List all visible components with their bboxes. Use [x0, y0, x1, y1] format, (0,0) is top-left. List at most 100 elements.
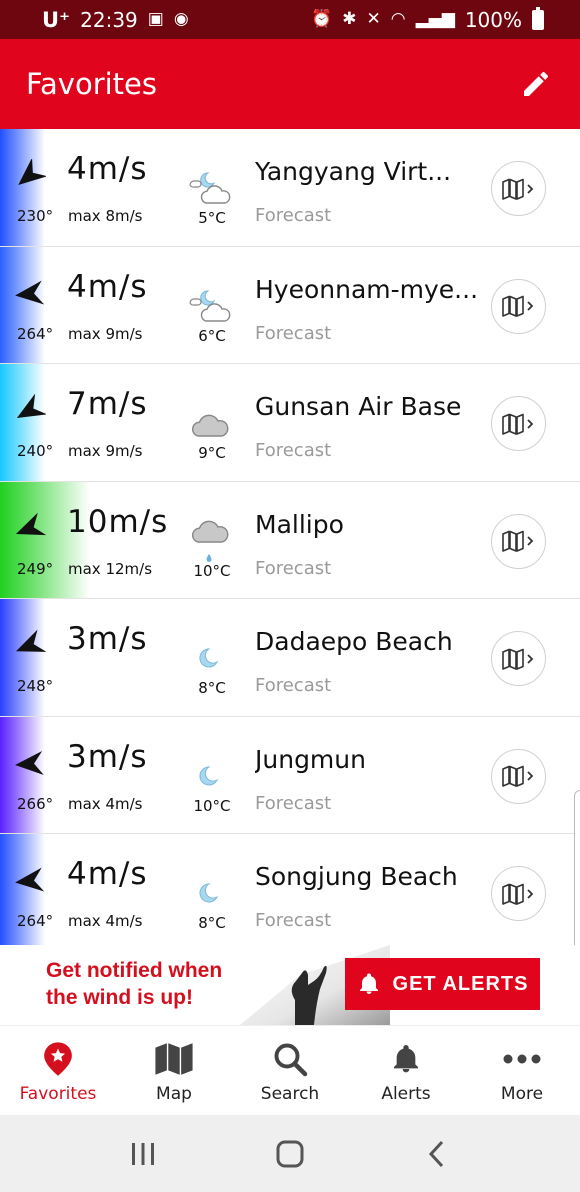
open-map-button[interactable] [491, 278, 546, 334]
wind-direction-arrow-icon [15, 750, 44, 775]
spot-row[interactable]: 3m/s 248° 8°C Dadaepo Beach Forecast [0, 599, 580, 717]
nav-label-favorites: Favorites [19, 1084, 97, 1104]
wind-direction-degrees: 264° [17, 324, 54, 343]
spot-row[interactable]: 4m/s 264° max 4m/s 8°C Songjung Beach Forecas… [0, 834, 580, 952]
map-arrow-icon [501, 530, 533, 552]
banner-line-2: the wind is up! [46, 986, 193, 1009]
moon-icon [186, 870, 236, 914]
alarm-icon: ⏰ [311, 9, 333, 29]
wind-direction-degrees: 266° [17, 794, 54, 813]
forecast-label: Forecast [255, 322, 332, 344]
gallery-icon: ▣ [147, 9, 164, 29]
status-bar: U⁺ 22:39 ▣ ◉ ⏰ ✱ ✕ ◠ ▂▄▆ 100% [0, 0, 580, 39]
max-wind-speed: max 4m/s [68, 794, 143, 813]
bell-icon [359, 973, 378, 994]
wind-direction-arrow-icon [15, 867, 45, 892]
more-dots-icon [502, 1040, 542, 1078]
forecast-label: Forecast [255, 557, 332, 579]
recent-apps-button[interactable] [113, 1134, 173, 1174]
moon-cloud-icon [186, 165, 236, 209]
map-arrow-icon [501, 648, 533, 670]
open-map-button[interactable] [491, 866, 546, 921]
alert-banner[interactable]: Get notified when the wind is up! GET AL… [0, 945, 580, 1025]
banner-line-1: Get notified when [46, 959, 223, 982]
wind-direction-degrees: 248° [17, 677, 54, 695]
banner-text: Get notified when the wind is up! [46, 957, 222, 1011]
forecast-label: Forecast [255, 205, 332, 226]
temperature: 5°C [198, 209, 226, 227]
map-arrow-icon [501, 295, 533, 317]
map-arrow-icon [501, 883, 533, 905]
nav-label-more: More [500, 1084, 544, 1104]
temperature: 8°C [198, 914, 226, 932]
back-button[interactable] [407, 1134, 467, 1174]
system-nav-bar [0, 1115, 580, 1192]
max-wind-speed: max 12m/s [68, 559, 153, 578]
temperature: 10°C [193, 561, 231, 580]
forecast-label: Forecast [255, 675, 332, 696]
moon-icon [186, 753, 236, 797]
forecast-label: Forecast [255, 440, 332, 461]
wind-direction-arrow-icon [18, 159, 46, 185]
spot-name: Mallipo [255, 509, 344, 539]
get-alerts-label: GET ALERTS [392, 972, 529, 995]
spot-row[interactable]: 4m/s 230° max 8m/s 5°C Yangyang Virt... Forec… [0, 129, 580, 247]
open-map-button[interactable] [491, 513, 546, 569]
wind-direction-arrow-icon [15, 512, 46, 535]
open-map-button[interactable] [491, 396, 546, 451]
moon-cloud-icon [186, 283, 236, 327]
wind-direction-degrees: 264° [17, 912, 54, 930]
open-map-button[interactable] [491, 631, 546, 686]
battery-icon [532, 6, 544, 30]
get-alerts-button[interactable]: GET ALERTS [345, 958, 540, 1010]
map-arrow-icon [501, 765, 533, 787]
temperature: 6°C [198, 326, 226, 345]
spot-row[interactable]: 4m/s 264° max 9m/s 6°C Hyeonnam-mye... Foreca… [0, 246, 580, 364]
open-map-button[interactable] [491, 161, 546, 216]
moon-icon [186, 635, 236, 679]
wind-speed: 4m/s [67, 856, 148, 892]
edit-button[interactable] [516, 64, 556, 104]
nav-search[interactable]: Search [232, 1026, 348, 1115]
battery-level: 100% [464, 7, 522, 32]
nav-alerts[interactable]: Alerts [348, 1026, 464, 1115]
nav-more[interactable]: More [464, 1026, 580, 1115]
cloud-drizzle-icon [186, 518, 236, 562]
cloud-icon [186, 400, 236, 444]
spot-row[interactable]: 3m/s 266° max 4m/s 10°C Jungmun Forecast [0, 716, 580, 834]
nav-map[interactable]: Map [116, 1026, 232, 1115]
recent-apps-icon [132, 1142, 155, 1165]
nav-label-alerts: Alerts [381, 1084, 431, 1104]
mute-icon: ✕ [366, 9, 381, 29]
spot-name: Hyeonnam-mye... [255, 274, 479, 304]
bluetooth-icon: ✱ [342, 9, 357, 29]
search-icon [270, 1040, 310, 1078]
spot-name: Gunsan Air Base [255, 392, 462, 421]
pencil-icon [524, 71, 549, 96]
map-arrow-icon [501, 178, 533, 200]
bottom-nav: Favorites Map Search Alerts More [0, 1025, 580, 1115]
wind-speed: 3m/s [67, 621, 148, 657]
home-icon [276, 1140, 304, 1167]
wind-direction-degrees: 240° [17, 442, 54, 460]
home-button[interactable] [260, 1134, 320, 1174]
nav-favorites[interactable]: Favorites [0, 1026, 116, 1115]
nav-label-search: Search [260, 1084, 320, 1104]
status-left: U⁺ 22:39 ▣ ◉ [42, 8, 189, 32]
temperature: 10°C [193, 796, 231, 815]
signal-icon: ▂▄▆ [415, 9, 455, 29]
spot-name: Songjung Beach [255, 862, 458, 891]
wind-direction-arrow-icon [16, 629, 46, 652]
spot-row[interactable]: 10m/s 249° max 12m/s 10°C Mallipo Forecast [0, 481, 580, 599]
spot-row[interactable]: 7m/s 240° max 9m/s 9°C Gunsan Air Base Foreca… [0, 364, 580, 482]
forecast-label: Forecast [255, 910, 332, 931]
spot-name: Jungmun [255, 744, 366, 774]
wind-direction-degrees: 249° [17, 559, 54, 578]
media-icon: ◉ [173, 9, 189, 29]
favorite-pin-icon [38, 1040, 78, 1078]
max-wind-speed: max 8m/s [68, 207, 143, 225]
max-wind-speed: max 4m/s [68, 912, 143, 930]
app-header: Favorites [0, 39, 580, 129]
temperature: 8°C [198, 679, 226, 697]
open-map-button[interactable] [491, 748, 546, 804]
